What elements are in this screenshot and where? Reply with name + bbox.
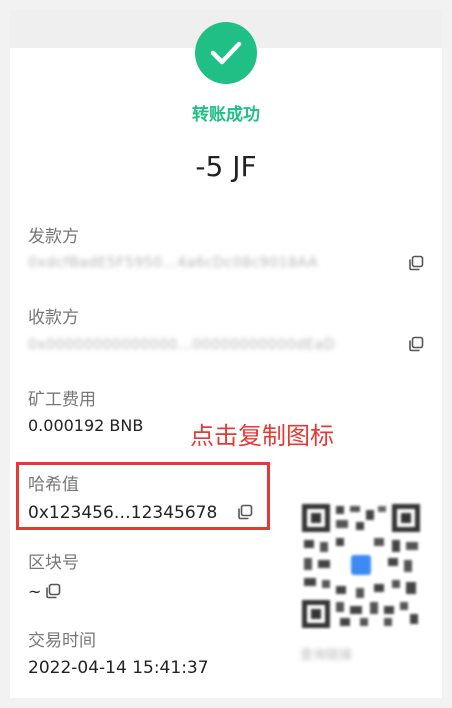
transaction-detail-card: 转账成功 -5 JF 发款方 0xdcfBadE5F5950…4a6cDc08c…	[10, 10, 442, 698]
qr-caption: 查询链接	[300, 648, 353, 663]
to-address: 0x00000000000000…00000000000dEaD	[28, 337, 335, 353]
fee-label: 矿工费用	[28, 390, 96, 410]
copy-icon[interactable]	[407, 335, 425, 353]
transfer-status-text: 转账成功	[192, 105, 260, 125]
hash-value: 0x123456…12345678	[28, 503, 218, 523]
transfer-amount: -5 JF	[195, 150, 257, 183]
time-label: 交易时间	[28, 631, 96, 651]
fee-value: 0.000192 BNB	[28, 416, 144, 435]
success-status-badge	[195, 22, 257, 84]
check-icon	[210, 41, 242, 65]
qr-code[interactable]	[300, 502, 422, 630]
to-label: 收款方	[28, 308, 79, 328]
from-label: 发款方	[28, 227, 79, 247]
copy-icon[interactable]	[44, 582, 62, 600]
copy-icon[interactable]	[236, 503, 254, 521]
block-value: ~	[28, 582, 42, 601]
annotation-text: 点击复制图标	[190, 422, 334, 450]
hash-label: 哈希值	[28, 475, 79, 495]
from-address: 0xdcfBadE5F5950…4a6cDc08c9018AA	[28, 255, 318, 271]
time-value: 2022-04-14 15:41:37	[28, 658, 209, 678]
block-label: 区块号	[28, 553, 79, 573]
copy-icon[interactable]	[407, 254, 425, 272]
